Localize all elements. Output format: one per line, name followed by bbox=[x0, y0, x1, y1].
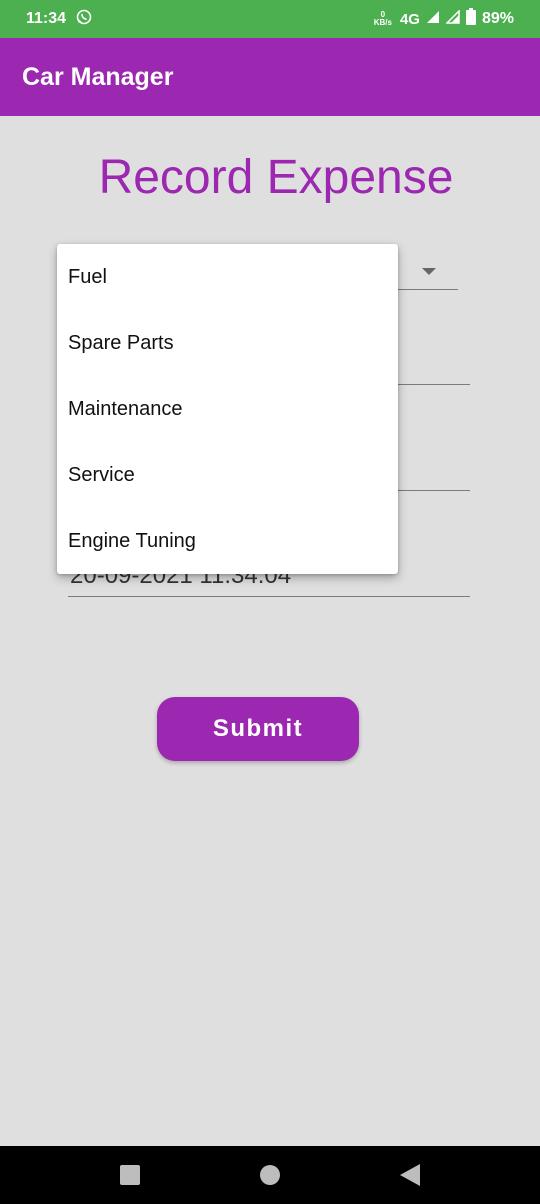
dropdown-option-fuel[interactable]: Fuel bbox=[57, 244, 398, 310]
net-speed-unit: KB/s bbox=[373, 18, 392, 27]
app-title: Car Manager bbox=[22, 62, 174, 91]
battery-icon bbox=[465, 8, 476, 30]
net-speed: 0 KB/s bbox=[374, 11, 392, 27]
status-time: 11:34 bbox=[26, 10, 67, 27]
page-title: Record Expense bbox=[98, 151, 454, 204]
status-bar: 11:34 0 KB/s 4G 89% bbox=[0, 0, 540, 38]
dropdown-option-spare-parts[interactable]: Spare Parts bbox=[57, 310, 398, 376]
app-bar: Car Manager bbox=[0, 38, 540, 116]
status-right: 0 KB/s 4G 89% bbox=[374, 8, 514, 30]
back-icon[interactable] bbox=[400, 1164, 420, 1186]
dropdown-option-engine-tuning[interactable]: Engine Tuning bbox=[57, 508, 398, 574]
dropdown-arrow-icon bbox=[422, 268, 436, 275]
status-left: 11:34 bbox=[26, 9, 92, 30]
signal-icon bbox=[426, 10, 440, 29]
whatsapp-icon bbox=[76, 9, 92, 30]
dropdown-option-service[interactable]: Service bbox=[57, 442, 398, 508]
submit-button[interactable]: Submit bbox=[157, 697, 359, 761]
recents-icon[interactable] bbox=[120, 1165, 140, 1185]
navigation-bar bbox=[0, 1146, 540, 1204]
network-type: 4G bbox=[399, 10, 420, 28]
battery-level: 89% bbox=[481, 10, 514, 27]
expense-type-dropdown: Fuel Spare Parts Maintenance Service Eng… bbox=[57, 244, 398, 574]
signal-icon-2 bbox=[445, 8, 460, 29]
dropdown-option-maintenance[interactable]: Maintenance bbox=[57, 376, 398, 442]
home-icon[interactable] bbox=[260, 1165, 280, 1185]
